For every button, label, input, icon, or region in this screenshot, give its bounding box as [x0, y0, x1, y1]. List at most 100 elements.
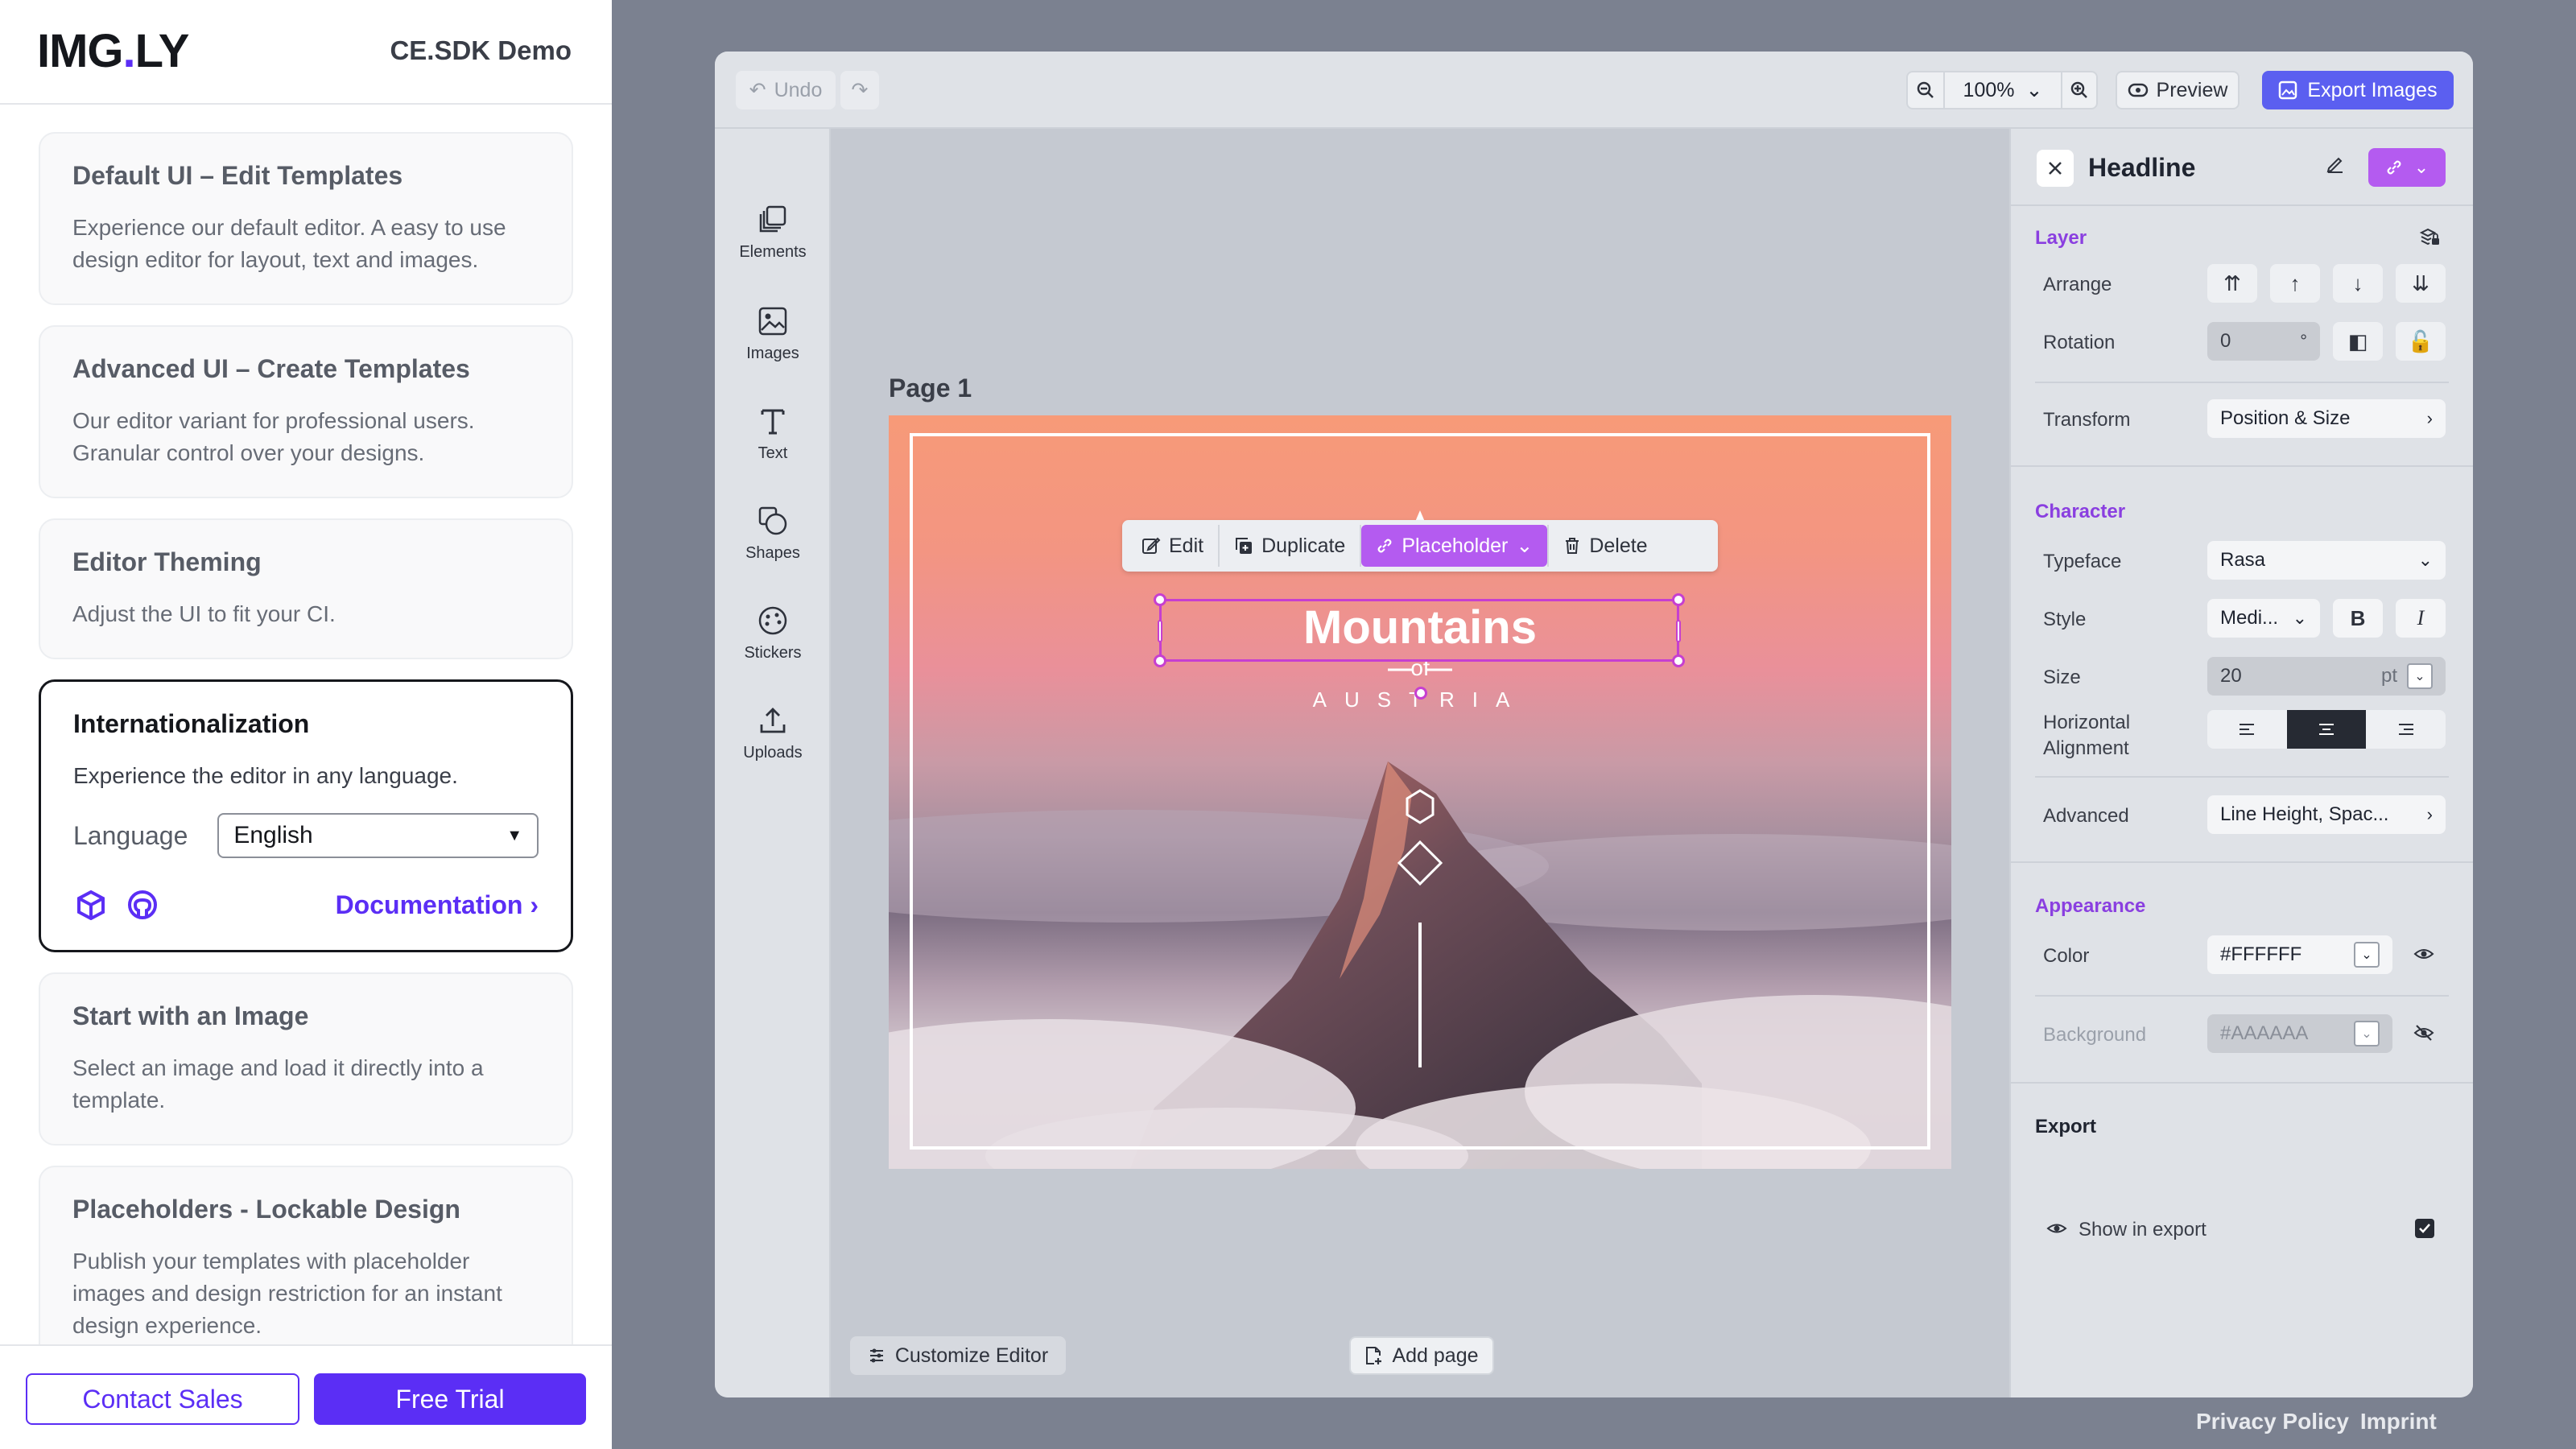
text-color-input[interactable]: #FFFFFF ⌄ [2207, 935, 2392, 974]
free-trial-button[interactable]: Free Trial [314, 1373, 586, 1425]
appearance-section-title: Appearance [2035, 895, 2146, 917]
customize-editor-button[interactable]: Customize Editor [850, 1336, 1066, 1375]
size-label: Size [2043, 667, 2081, 688]
align-right-icon [2398, 724, 2413, 735]
design-page[interactable]: Mountains of AUSTRIA Edit Duplicate Plac… [889, 415, 1951, 1169]
trash-icon [1566, 538, 1579, 554]
codesandbox-icon[interactable] [73, 887, 109, 923]
send-backward-button[interactable]: ↓ [2333, 264, 2383, 303]
flip-button[interactable]: ◧ [2333, 322, 2383, 361]
link-icon [1377, 539, 1392, 553]
card-description: Publish your templates with placeholder … [72, 1249, 502, 1338]
resize-handle-right[interactable] [1676, 620, 1681, 642]
font-style-select[interactable]: Medi... ⌄ [2207, 599, 2320, 638]
position-size-button[interactable]: Position & Size › [2207, 399, 2446, 438]
demo-card-placeholders[interactable]: Placeholders - Lockable Design Publish y… [39, 1166, 573, 1344]
zoom-out-button[interactable] [1908, 72, 1945, 108]
demo-card-editor-theming[interactable]: Editor Theming Adjust the UI to fit your… [39, 518, 573, 659]
inspector-title: Headline [2088, 153, 2196, 182]
card-description: Adjust the UI to fit your CI. [72, 601, 336, 626]
add-page-button[interactable]: Add page [1349, 1336, 1494, 1375]
italic-button[interactable]: I [2396, 599, 2446, 638]
align-center-button[interactable] [2286, 710, 2367, 749]
demo-card-start-with-image[interactable]: Start with an Image Select an image and … [39, 972, 573, 1146]
resize-handle-top-right[interactable] [1672, 593, 1685, 606]
show-in-export-checkbox[interactable] [2415, 1219, 2434, 1238]
edit-button[interactable]: Edit [1127, 525, 1218, 567]
dock-item-images[interactable]: Images [715, 290, 831, 378]
resize-handle-bottom-left[interactable] [1154, 654, 1166, 667]
chevron-down-icon[interactable]: ⌄ [2354, 942, 2380, 968]
dock-item-uploads[interactable]: Uploads [715, 689, 831, 778]
rotate-handle[interactable] [1414, 687, 1427, 700]
delete-button[interactable]: Delete [1549, 525, 1662, 567]
language-select[interactable]: English ▼ [217, 813, 539, 858]
bring-to-front-button[interactable]: ⇈ [2207, 264, 2257, 303]
demo-card-list[interactable]: Default UI – Edit Templates Experience o… [0, 105, 612, 1344]
font-size-input[interactable]: 20 pt ⌄ [2207, 657, 2446, 696]
preview-button[interactable]: Preview [2116, 71, 2240, 109]
chevron-down-icon[interactable]: ⌄ [2354, 1021, 2380, 1046]
github-icon[interactable] [125, 887, 160, 923]
placeholder-settings-button[interactable]: ⌄ [2368, 148, 2446, 187]
lock-button[interactable]: 🔓 [2396, 322, 2446, 361]
privacy-policy-link[interactable]: Privacy Policy [2196, 1409, 2349, 1435]
lock-icon: 🔓 [2407, 328, 2434, 353]
demo-card-default-ui[interactable]: Default UI – Edit Templates Experience o… [39, 132, 573, 305]
placeholder-button[interactable]: Placeholder ⌄ [1361, 525, 1548, 567]
send-to-back-icon: ⇊ [2412, 270, 2429, 295]
imprint-link[interactable]: Imprint [2360, 1409, 2437, 1435]
align-right-button[interactable] [2366, 710, 2446, 749]
layer-lock-icon[interactable] [2418, 225, 2441, 252]
demo-card-internationalization[interactable]: Internationalization Experience the edit… [39, 679, 573, 952]
resize-handle-bottom-right[interactable] [1672, 654, 1685, 667]
dock-item-elements[interactable]: Elements [715, 188, 831, 277]
align-left-icon [2240, 724, 2255, 735]
zoom-level-select[interactable]: 100% ⌄ [1945, 72, 2061, 108]
demo-title: CE.SDK Demo [390, 35, 572, 65]
contact-sales-button[interactable]: Contact Sales [26, 1373, 299, 1425]
zoom-in-button[interactable] [2061, 72, 2096, 108]
documentation-link[interactable]: Documentation › [336, 890, 539, 920]
inspector-panel: Headline ⌄ Layer Arrange ⇈ ↑ ↓ ⇊ Rotatio… [2009, 129, 2473, 1397]
demo-card-advanced-ui[interactable]: Advanced UI – Create Templates Our edito… [39, 325, 573, 498]
duplicate-button[interactable]: Duplicate [1220, 525, 1360, 567]
rotation-input[interactable]: 0 ° [2207, 322, 2320, 361]
imgly-logo[interactable]: IMG.LY [37, 24, 189, 78]
uploads-icon [760, 707, 786, 733]
sidebar-footer: Contact Sales Free Trial [0, 1344, 612, 1449]
advanced-text-settings-button[interactable]: Line Height, Spac... › [2207, 795, 2446, 834]
typeface-select[interactable]: Rasa ⌄ [2207, 541, 2446, 580]
bring-forward-button[interactable]: ↑ [2270, 264, 2320, 303]
dock-item-text[interactable]: Text [715, 390, 831, 478]
zoom-in-icon [2070, 81, 2087, 98]
redo-button[interactable]: ↷ [840, 71, 879, 109]
chevron-right-icon: › [530, 890, 539, 919]
shapes-icon [758, 506, 787, 535]
stickers-icon [758, 606, 787, 634]
demo-sidebar: IMG.LY CE.SDK Demo Default UI – Edit Tem… [0, 0, 612, 1449]
language-label: Language [73, 820, 188, 850]
export-images-button[interactable]: Export Images [2262, 71, 2454, 109]
bold-button[interactable]: B [2333, 599, 2383, 638]
resize-handle-left[interactable] [1158, 620, 1162, 642]
design-canvas[interactable]: Page 1 Mountains of AUSTRIA Edit Duplica… [831, 129, 2009, 1397]
resize-handle-top-left[interactable] [1154, 593, 1166, 606]
background-color-input[interactable]: #AAAAAA ⌄ [2207, 1014, 2392, 1053]
dock-item-shapes[interactable]: Shapes [715, 489, 831, 578]
send-to-back-button[interactable]: ⇊ [2396, 264, 2446, 303]
close-inspector-button[interactable] [2037, 150, 2074, 187]
color-visibility-toggle[interactable] [2413, 945, 2434, 967]
footer-links: Privacy Policy Imprint [2196, 1409, 2437, 1435]
style-label: Style [2043, 609, 2087, 630]
chevron-down-icon[interactable]: ⌄ [2407, 663, 2433, 689]
dock-item-stickers[interactable]: Stickers [715, 589, 831, 678]
background-visibility-toggle[interactable] [2413, 1024, 2434, 1046]
editor-topbar: ↶ Undo ↷ 100% ⌄ Preview Export Images [715, 52, 2473, 129]
show-in-export-label: Show in export [2079, 1219, 2207, 1241]
edit-name-button[interactable] [2325, 153, 2346, 178]
align-left-button[interactable] [2207, 710, 2287, 749]
undo-button[interactable]: ↶ Undo [736, 71, 836, 109]
eye-off-icon [2413, 1025, 2434, 1041]
selection-box[interactable] [1154, 593, 1685, 700]
